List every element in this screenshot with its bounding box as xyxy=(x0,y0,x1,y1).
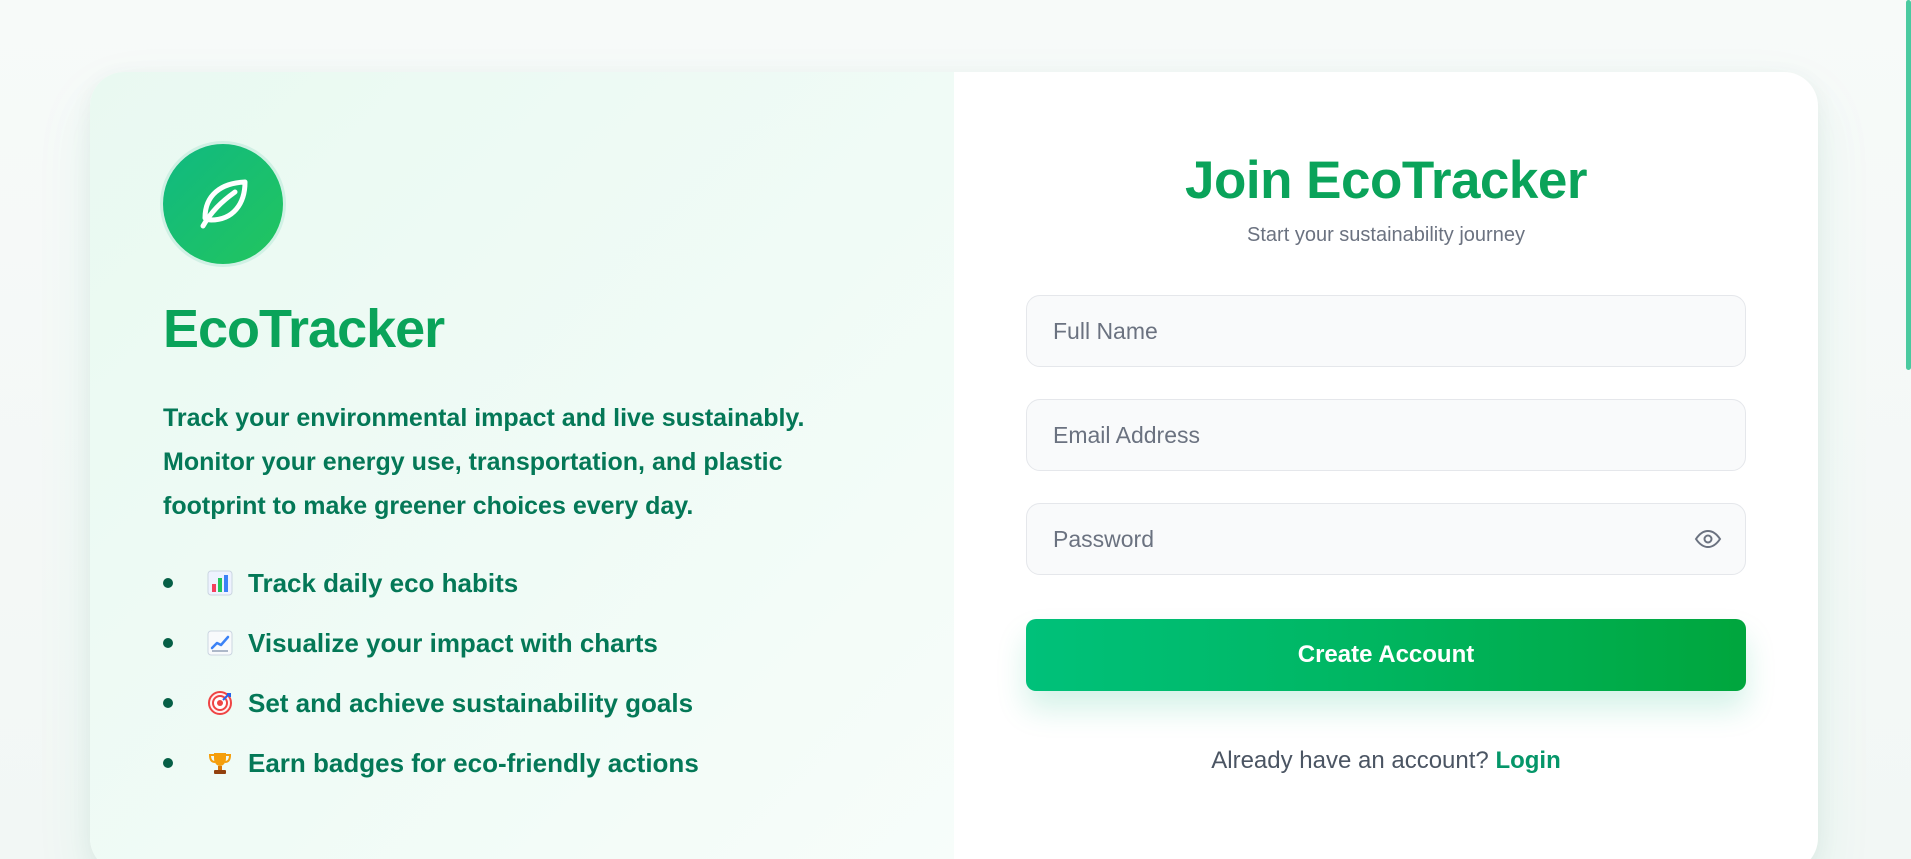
form-subtitle: Start your sustainability journey xyxy=(1247,224,1525,247)
feature-item-track: Track daily eco habits xyxy=(163,562,954,604)
password-input[interactable] xyxy=(1051,524,1721,554)
eye-icon[interactable] xyxy=(1693,528,1723,550)
bullet-icon xyxy=(163,638,173,648)
brand-title: EcoTracker xyxy=(163,299,445,359)
feature-list: Track daily eco habits Visualize your im… xyxy=(163,562,954,784)
bullet-icon xyxy=(163,758,173,768)
signup-form-panel: Join EcoTracker Start your sustainabilit… xyxy=(954,72,1818,859)
registration-card: EcoTracker Track your environmental impa… xyxy=(90,72,1818,859)
feature-label-track: Track daily eco habits xyxy=(248,567,519,598)
line-chart-icon xyxy=(206,629,234,657)
scrollbar-thumb[interactable] xyxy=(1906,0,1911,370)
feature-label-badges: Earn badges for eco-friendly actions xyxy=(248,747,699,778)
email-field[interactable] xyxy=(1026,399,1746,472)
bullet-icon xyxy=(163,578,173,588)
leaf-icon xyxy=(163,144,283,264)
brand-description: Track your environmental impact and live… xyxy=(163,404,805,520)
login-prompt: Already have an account? Login xyxy=(1026,747,1746,775)
bar-chart-icon xyxy=(206,569,234,597)
feature-item-visualize: Visualize your impact with charts xyxy=(163,622,954,664)
full-name-field[interactable] xyxy=(1026,295,1746,368)
login-prompt-text: Already have an account? xyxy=(1211,747,1489,775)
form-title: Join EcoTracker xyxy=(1185,151,1587,210)
target-icon xyxy=(206,689,234,717)
login-link[interactable]: Login xyxy=(1495,747,1560,774)
email-input[interactable] xyxy=(1051,420,1721,450)
brand-panel: EcoTracker Track your environmental impa… xyxy=(90,72,954,859)
feature-label-goals: Set and achieve sustainability goals xyxy=(248,687,694,718)
feature-item-goals: Set and achieve sustainability goals xyxy=(163,682,954,724)
feature-item-badges: Earn badges for eco-friendly actions xyxy=(163,742,954,784)
create-account-button[interactable]: Create Account xyxy=(1026,619,1746,692)
feature-label-visualize: Visualize your impact with charts xyxy=(248,627,658,658)
full-name-input[interactable] xyxy=(1051,316,1721,346)
password-field[interactable] xyxy=(1026,503,1746,576)
registration-page: EcoTracker Track your environmental impa… xyxy=(0,0,1911,859)
bullet-icon xyxy=(163,698,173,708)
trophy-icon xyxy=(206,749,234,777)
